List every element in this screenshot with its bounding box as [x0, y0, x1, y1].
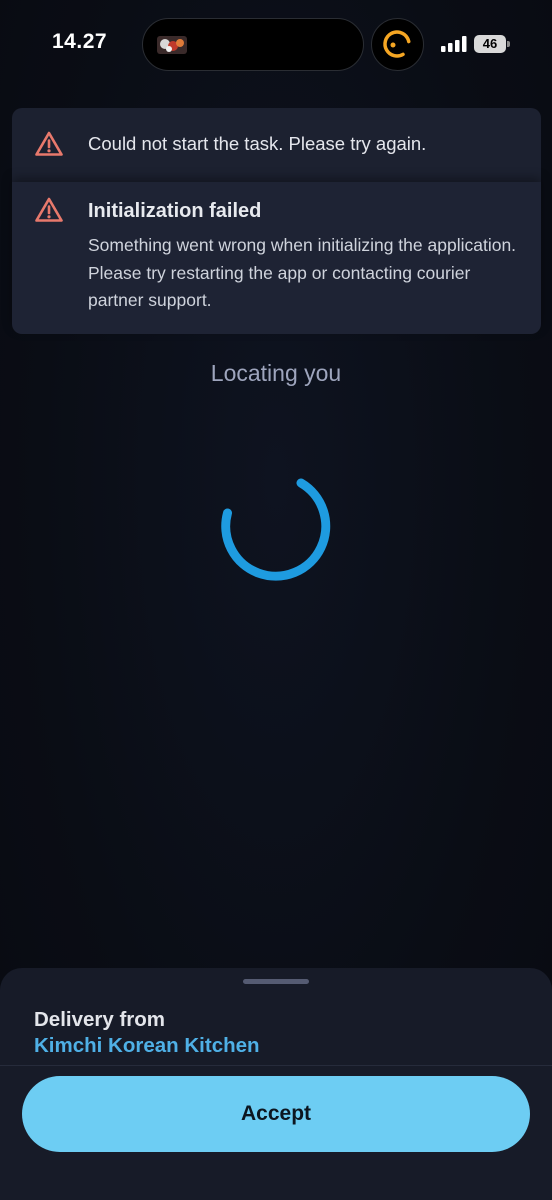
accept-button[interactable]: Accept: [22, 1076, 530, 1152]
battery-icon: 46: [474, 35, 510, 53]
locating-status-text: Locating you: [210, 360, 342, 386]
restaurant-name: Kimchi Korean Kitchen: [34, 1034, 260, 1057]
loading-spinner-icon: [221, 478, 331, 581]
error-alert-title: Initialization failed: [88, 200, 262, 222]
sheet-drag-handle[interactable]: [243, 979, 309, 984]
live-activity-indicator[interactable]: [371, 18, 424, 71]
delivery-bottom-sheet: Delivery from Kimchi Korean Kitchen Acce…: [0, 968, 552, 1200]
progress-ring-icon: [383, 30, 411, 58]
media-thumbnail-icon: [157, 36, 187, 54]
warning-icon: [35, 131, 63, 156]
delivery-from-label: Delivery from: [34, 1008, 166, 1031]
cellular-signal-icon: [441, 36, 467, 52]
battery-level: 46: [474, 35, 506, 53]
status-time: 14.27: [52, 30, 108, 53]
error-alert-message: Could not start the task. Please try aga…: [88, 133, 427, 154]
warning-icon: [35, 197, 63, 222]
error-alert-body: Something went wrong when initializing t…: [88, 235, 517, 310]
error-alert-task[interactable]: Could not start the task. Please try aga…: [12, 108, 541, 182]
error-alert-initialization[interactable]: Initialization failed Something went wro…: [12, 182, 541, 334]
sheet-divider: [0, 1065, 552, 1066]
battery-cap: [507, 41, 510, 47]
dynamic-island[interactable]: [142, 18, 364, 71]
